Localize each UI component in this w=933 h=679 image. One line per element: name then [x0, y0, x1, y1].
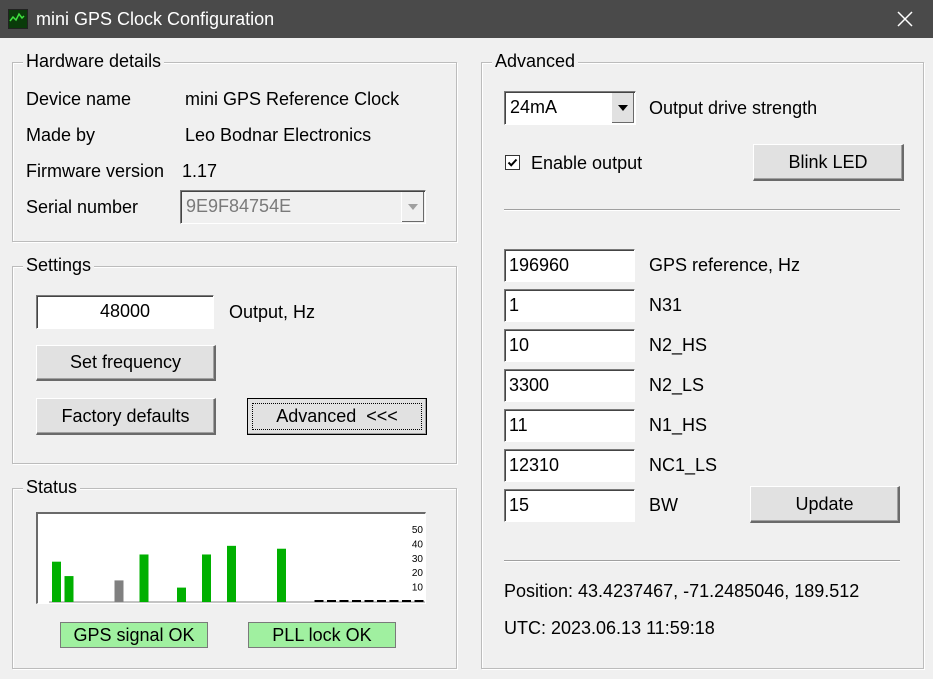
signal-bar [202, 554, 211, 602]
app-icon [8, 9, 28, 29]
drive-strength-dropdown-arrow[interactable] [611, 93, 634, 123]
param-input-nc1-ls[interactable]: 12310 [504, 449, 635, 482]
firmware-value: 1.17 [182, 161, 218, 181]
signal-bar [177, 587, 186, 602]
enable-output-label[interactable]: Enable output [531, 152, 642, 174]
pll-lock-status: PLL lock OK [248, 622, 396, 648]
param-input-n2-hs[interactable]: 10 [504, 329, 635, 362]
drive-strength-select[interactable]: 24mA [504, 91, 636, 125]
signal-bar-empty [364, 600, 374, 602]
device-name-value: mini GPS Reference Clock [185, 89, 400, 109]
output-frequency-input[interactable]: 48000 [36, 295, 214, 329]
signal-bar-chart: 50 40 30 20 10 [49, 525, 427, 603]
signal-bar-empty [402, 600, 411, 602]
param-label-n2-ls: N2_LS [649, 375, 705, 395]
serial-label: Serial number [26, 197, 139, 217]
status-legend: Status [23, 476, 81, 498]
factory-defaults-button[interactable]: Factory defaults [36, 398, 216, 435]
signal-bar-empty [377, 600, 386, 602]
gps-signal-status: GPS signal OK [60, 622, 208, 648]
param-input-n1-hs[interactable]: 11 [504, 409, 635, 442]
update-button[interactable]: Update [750, 486, 900, 523]
param-label-bw: BW [649, 495, 678, 515]
device-name-label: Device name [26, 89, 132, 109]
firmware-label: Firmware version [26, 161, 165, 181]
satellite-signal-chart: 50 40 30 20 10 [36, 512, 427, 604]
param-input-bw[interactable]: 15 [504, 489, 635, 522]
checkmark-icon [507, 158, 518, 167]
signal-bar-empty [339, 600, 349, 602]
param-input-gps-reference-hz[interactable]: 196960 [504, 249, 635, 282]
output-hz-label: Output, Hz [229, 302, 316, 322]
serial-dropdown-arrow [401, 192, 424, 222]
advanced-separator-top [504, 209, 900, 211]
close-icon [897, 11, 913, 27]
y-tick-label: 20 [412, 568, 424, 579]
close-button[interactable] [877, 0, 933, 38]
signal-bar [139, 554, 149, 602]
settings-legend: Settings [23, 254, 95, 276]
serial-number-value: 9E9F84754E [186, 196, 292, 216]
signal-bar [114, 580, 124, 602]
drive-strength-label: Output drive strength [649, 98, 818, 118]
y-tick-label: 30 [412, 554, 424, 565]
drive-strength-value: 24mA [510, 97, 558, 117]
blink-led-button[interactable]: Blink LED [753, 144, 904, 181]
param-input-n2-ls[interactable]: 3300 [504, 369, 635, 402]
y-tick-label: 10 [412, 583, 424, 594]
signal-bar-empty [314, 600, 324, 602]
param-label-n31: N31 [649, 295, 683, 315]
signal-bar-empty [327, 600, 336, 602]
advanced-toggle-button[interactable]: Advanced <<< [247, 398, 427, 435]
position-readout: Position: 43.4237467, -71.2485046, 189.5… [504, 581, 860, 601]
window-title: mini GPS Clock Configuration [36, 9, 275, 29]
set-frequency-button[interactable]: Set frequency [36, 345, 216, 381]
signal-bar-empty [389, 600, 399, 602]
made-by-label: Made by [26, 125, 96, 145]
signal-bar-empty [352, 600, 361, 602]
param-input-n31[interactable]: 1 [504, 289, 635, 322]
param-label-n2-hs: N2_HS [649, 335, 708, 355]
signal-bar [52, 561, 61, 602]
utc-readout: UTC: 2023.06.13 11:59:18 [504, 618, 715, 638]
param-label-gps-reference-hz: GPS reference, Hz [649, 255, 801, 275]
chevron-down-icon [618, 105, 628, 111]
signal-bar [227, 545, 236, 602]
signal-bar-empty [414, 600, 424, 602]
advanced-separator-bottom [504, 560, 900, 562]
param-label-n1-hs: N1_HS [649, 415, 708, 435]
hardware-details-legend: Hardware details [23, 50, 165, 72]
advanced-legend: Advanced [492, 50, 579, 72]
title-bar: mini GPS Clock Configuration [0, 0, 933, 38]
made-by-value: Leo Bodnar Electronics [185, 125, 372, 145]
y-tick-label: 40 [412, 539, 424, 550]
enable-output-checkbox[interactable] [505, 155, 520, 170]
y-tick-label: 50 [412, 525, 424, 536]
signal-bar [277, 548, 286, 602]
signal-bar [64, 576, 74, 602]
serial-number-combo[interactable]: 9E9F84754E [180, 190, 426, 224]
focus-ring [252, 403, 422, 430]
chevron-down-icon [408, 204, 418, 210]
param-label-nc1-ls: NC1_LS [649, 455, 718, 475]
